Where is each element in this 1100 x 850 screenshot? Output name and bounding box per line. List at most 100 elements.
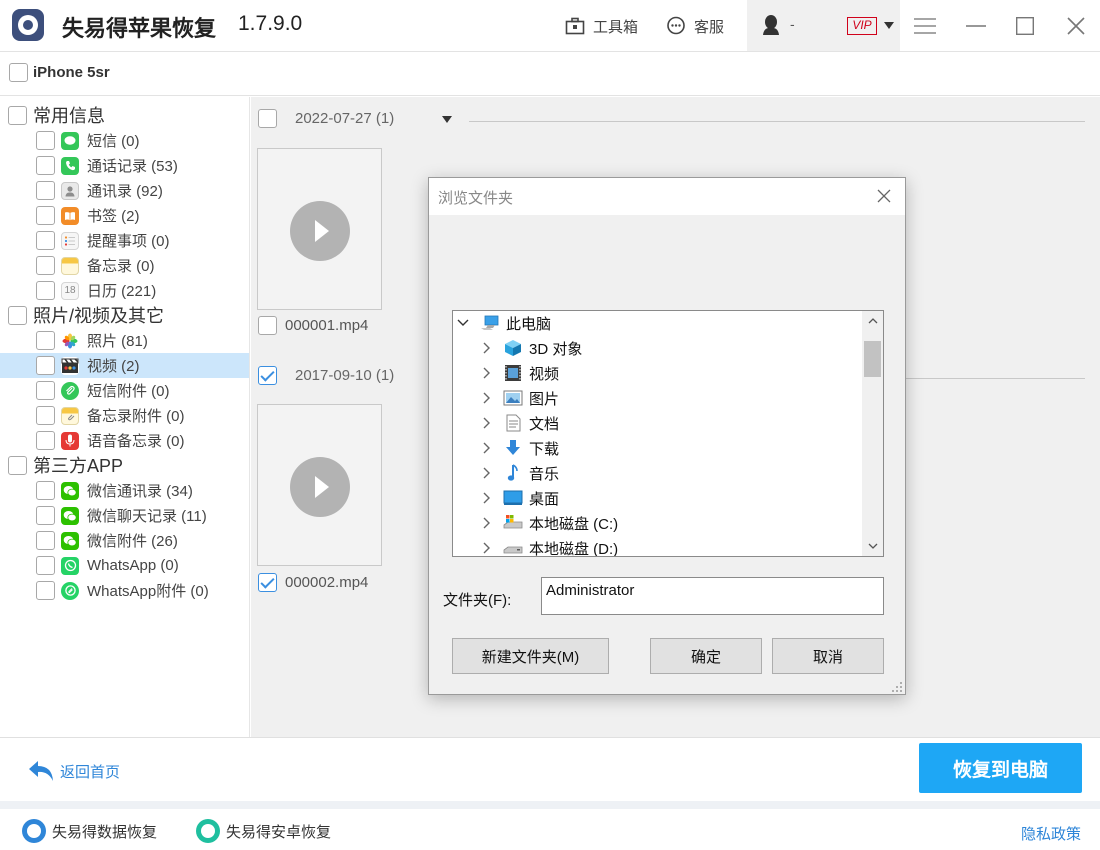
video-thumbnail[interactable] [257, 148, 382, 310]
back-home-link[interactable]: 返回首页 [28, 760, 120, 782]
menu-button[interactable] [911, 12, 939, 40]
sidebar-item-messages[interactable]: 短信 (0) [0, 128, 249, 153]
item-checkbox[interactable] [36, 531, 55, 550]
sidebar-item-message-attachments[interactable]: 短信附件 (0) [0, 378, 249, 403]
item-checkbox[interactable] [36, 131, 55, 150]
chevron-right-icon[interactable] [479, 516, 493, 530]
date-group-header[interactable]: 2017-09-10 (1) [258, 364, 394, 386]
tree-node-music[interactable]: 音乐 [479, 461, 559, 485]
sidebar-item-reminders[interactable]: 提醒事项 (0) [0, 228, 249, 253]
sidebar-item-videos[interactable]: 视频 (2) [0, 353, 249, 378]
privacy-policy-link[interactable]: 隐私政策 [1021, 823, 1081, 844]
new-folder-button[interactable]: 新建文件夹(M) [452, 638, 609, 674]
folder-tree[interactable]: 此电脑 3D 对象 视频 图片 文档 下载 音乐 桌面 本地磁盘 (C:) 本地… [452, 310, 884, 557]
contacts-icon [61, 181, 79, 200]
user-area[interactable]: - [747, 0, 900, 51]
item-checkbox[interactable] [36, 206, 55, 225]
sidebar-item-photos[interactable]: 照片 (81) [0, 328, 249, 353]
cancel-button[interactable]: 取消 [772, 638, 884, 674]
file-item[interactable]: 000001.mp4 [258, 314, 368, 336]
chevron-right-icon[interactable] [479, 466, 493, 480]
tree-node-pictures[interactable]: 图片 [479, 386, 559, 410]
collapse-arrow-icon[interactable] [442, 116, 452, 123]
tree-node-drive-c[interactable]: 本地磁盘 (C:) [479, 511, 618, 535]
item-checkbox[interactable] [36, 331, 55, 350]
sidebar-item-notes[interactable]: 备忘录 (0) [0, 253, 249, 278]
category-checkbox[interactable] [8, 105, 27, 125]
item-checkbox[interactable] [36, 581, 55, 600]
chevron-right-icon[interactable] [479, 541, 493, 555]
device-checkbox[interactable] [9, 63, 28, 82]
toolbox-button[interactable]: 工具箱 [565, 14, 638, 38]
category-checkbox[interactable] [8, 455, 27, 475]
tree-scrollbar[interactable] [862, 311, 883, 556]
chevron-right-icon[interactable] [479, 441, 493, 455]
item-checkbox[interactable] [36, 231, 55, 250]
chevron-right-icon[interactable] [479, 366, 493, 380]
tree-node-desktop[interactable]: 桌面 [479, 486, 559, 510]
category-third-party-app[interactable]: 第三方APP [8, 454, 123, 476]
item-checkbox[interactable] [36, 506, 55, 525]
hamburger-menu-icon [914, 18, 936, 34]
sidebar-item-bookmarks[interactable]: 书签 (2) [0, 203, 249, 228]
item-checkbox[interactable] [36, 381, 55, 400]
sidebar-item-wechat-contacts[interactable]: 微信通讯录 (34) [0, 478, 249, 503]
item-checkbox[interactable] [36, 406, 55, 425]
item-checkbox[interactable] [36, 156, 55, 175]
sidebar-item-wechat-chats[interactable]: 微信聊天记录 (11) [0, 503, 249, 528]
maximize-button[interactable] [1011, 12, 1039, 40]
date-group-checkbox[interactable] [258, 365, 277, 385]
item-checkbox[interactable] [36, 181, 55, 200]
tree-node-downloads[interactable]: 下载 [479, 436, 559, 460]
sidebar-item-calendar[interactable]: 18 日历 (221) [0, 278, 249, 303]
date-group-header[interactable]: 2022-07-27 (1) [258, 107, 394, 129]
vip-badge[interactable]: VIP [847, 17, 877, 35]
video-thumbnail[interactable] [257, 404, 382, 566]
item-checkbox[interactable] [36, 556, 55, 575]
item-checkbox[interactable] [36, 431, 55, 450]
file-checkbox[interactable] [258, 572, 277, 592]
chevron-right-icon[interactable] [479, 491, 493, 505]
action-footer: 返回首页 恢复到电脑 [0, 737, 1100, 801]
item-checkbox[interactable] [36, 281, 55, 300]
data-recovery-link[interactable]: 失易得数据恢复 [22, 819, 157, 843]
scroll-up-button[interactable] [862, 311, 883, 331]
close-window-button[interactable] [1062, 12, 1090, 40]
category-common-info[interactable]: 常用信息 [8, 104, 105, 126]
sidebar-item-wechat-attachments[interactable]: 微信附件 (26) [0, 528, 249, 553]
file-item[interactable]: 000002.mp4 [258, 571, 368, 593]
minimize-button[interactable] [962, 12, 990, 40]
folder-name-input[interactable]: Administrator [541, 577, 884, 615]
ok-button[interactable]: 确定 [650, 638, 762, 674]
tree-node-this-pc[interactable]: 此电脑 [456, 311, 551, 335]
close-icon[interactable] [875, 187, 893, 205]
sidebar-item-notes-attachments[interactable]: 备忘录附件 (0) [0, 403, 249, 428]
sidebar-item-whatsapp[interactable]: WhatsApp (0) [0, 553, 249, 578]
android-recovery-link[interactable]: 失易得安卓恢复 [196, 819, 331, 843]
item-checkbox[interactable] [36, 356, 55, 375]
vip-dropdown-icon[interactable] [884, 22, 894, 29]
resize-grip-icon[interactable] [891, 681, 903, 693]
tree-node-documents[interactable]: 文档 [479, 411, 559, 435]
item-checkbox[interactable] [36, 256, 55, 275]
tree-node-drive-d[interactable]: 本地磁盘 (D:) [479, 536, 618, 556]
sidebar-item-contacts[interactable]: 通讯录 (92) [0, 178, 249, 203]
category-checkbox[interactable] [8, 305, 27, 325]
support-button[interactable]: 客服 [666, 14, 724, 38]
date-group-checkbox[interactable] [258, 108, 277, 128]
chevron-right-icon[interactable] [479, 416, 493, 430]
item-checkbox[interactable] [36, 481, 55, 500]
sidebar-item-voice-memos[interactable]: 语音备忘录 (0) [0, 428, 249, 453]
category-photos-videos-other[interactable]: 照片/视频及其它 [8, 304, 164, 326]
scrollbar-thumb[interactable] [864, 341, 881, 377]
tree-node-3d-objects[interactable]: 3D 对象 [479, 336, 582, 360]
file-checkbox[interactable] [258, 315, 277, 335]
tree-node-videos[interactable]: 视频 [479, 361, 559, 385]
sidebar-item-whatsapp-attachments[interactable]: WhatsApp附件 (0) [0, 578, 249, 603]
chevron-right-icon[interactable] [479, 391, 493, 405]
chevron-down-icon[interactable] [456, 316, 470, 330]
sidebar-item-call-log[interactable]: 通话记录 (53) [0, 153, 249, 178]
recover-to-computer-button[interactable]: 恢复到电脑 [919, 743, 1082, 793]
chevron-right-icon[interactable] [479, 341, 493, 355]
scroll-down-button[interactable] [862, 536, 883, 556]
